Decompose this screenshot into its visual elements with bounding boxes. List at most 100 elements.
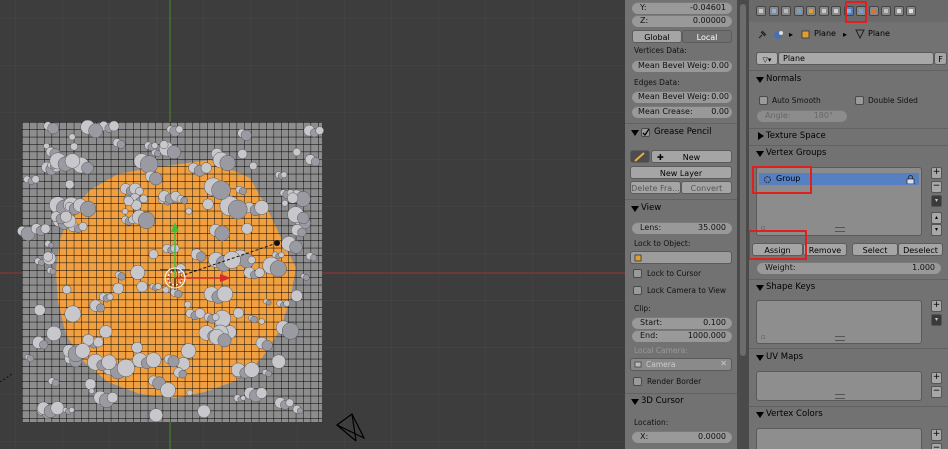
scene-tab-icon[interactable] xyxy=(781,6,791,16)
group-specials-button[interactable]: ▾ xyxy=(931,195,942,207)
new-grease-pencil-button[interactable]: ✚ New xyxy=(651,150,732,163)
sculpt-blob xyxy=(237,149,248,159)
viewport-canvas[interactable] xyxy=(0,0,625,449)
3d-viewport[interactable] xyxy=(0,0,625,449)
remove-uv-map-button[interactable]: − xyxy=(931,386,942,398)
disclosure-open-icon[interactable] xyxy=(756,354,764,362)
list-resize-handle[interactable] xyxy=(835,227,845,232)
mean-crease-field[interactable]: Mean Crease: 0.00 xyxy=(632,106,732,118)
remove-button[interactable]: Remove xyxy=(803,243,847,256)
lock-icon xyxy=(906,175,915,184)
sculpt-blob xyxy=(174,289,183,299)
shape-keys-list[interactable]: ▫ xyxy=(756,300,922,344)
uv-maps-list[interactable] xyxy=(756,371,922,401)
select-button[interactable]: Select xyxy=(852,243,898,256)
remove-group-button[interactable]: − xyxy=(931,181,942,193)
data-tab-highlight xyxy=(845,1,867,23)
sculpt-blob xyxy=(243,362,260,378)
mesh-name-field[interactable]: Plane xyxy=(778,52,934,65)
lock-camera-label: Lock Camera to View xyxy=(647,286,727,295)
texture-space-header[interactable]: Texture Space xyxy=(766,130,826,142)
new-layer-button[interactable]: New Layer xyxy=(630,166,732,179)
y-coordinate-field[interactable]: Y: -0.04601 xyxy=(632,2,732,14)
sculpt-blob xyxy=(149,172,163,186)
add-shape-key-button[interactable]: + xyxy=(931,300,942,312)
lock-to-cursor-checkbox[interactable] xyxy=(633,269,642,278)
physics-tab-icon[interactable] xyxy=(893,6,904,16)
sculpt-blob xyxy=(310,254,318,262)
grease-pencil-header[interactable]: Grease Pencil xyxy=(654,126,712,138)
vertex-colors-header[interactable]: Vertex Colors xyxy=(766,408,823,420)
render-tab-icon[interactable] xyxy=(756,6,766,16)
grease-pencil-icon[interactable] xyxy=(630,150,650,163)
extras-tab-icon[interactable] xyxy=(906,6,916,16)
constraints-tab-icon[interactable] xyxy=(818,6,829,16)
mesh-browse-button[interactable]: ▽▾ xyxy=(756,52,778,65)
sculpt-blob xyxy=(33,304,46,316)
add-vertex-color-button[interactable]: + xyxy=(931,429,942,441)
auto-smooth-checkbox[interactable] xyxy=(759,96,768,105)
vertex-colors-list[interactable] xyxy=(756,428,922,449)
vertex-groups-header[interactable]: Vertex Groups xyxy=(766,147,826,159)
lens-field[interactable]: Lens: 35.000 xyxy=(632,222,732,234)
lock-to-object-label: Lock to Object: xyxy=(634,239,691,248)
view-header[interactable]: View xyxy=(641,202,661,214)
disclosure-open-icon[interactable] xyxy=(631,205,639,213)
shape-keys-header[interactable]: Shape Keys xyxy=(766,281,815,293)
remove-vertex-color-button[interactable]: − xyxy=(931,443,942,449)
disclosure-open-icon[interactable] xyxy=(756,411,764,419)
sculpt-blob xyxy=(106,293,114,301)
sculpt-blob xyxy=(137,211,156,229)
particles-tab-icon[interactable] xyxy=(881,6,891,16)
sculpt-blob xyxy=(64,305,82,323)
uv-maps-header[interactable]: UV Maps xyxy=(766,351,803,363)
clip-end-field[interactable]: End: 1000.000 xyxy=(632,330,732,342)
move-up-button[interactable]: ▴ xyxy=(931,212,942,224)
sculpt-blob xyxy=(281,199,289,207)
modifiers-tab-icon[interactable] xyxy=(831,6,841,16)
texture-tab-icon[interactable] xyxy=(868,6,879,16)
delete-frame-button[interactable]: Delete Fra... xyxy=(630,181,681,194)
grease-pencil-checkbox[interactable] xyxy=(641,128,650,137)
object-tab-icon[interactable] xyxy=(806,6,816,16)
weight-field[interactable]: Weight: 1.000 xyxy=(757,262,941,274)
normals-header[interactable]: Normals xyxy=(766,73,801,85)
pin-icon[interactable] xyxy=(757,30,767,40)
cursor-x-field[interactable]: X: 0.0000 xyxy=(632,431,732,443)
add-group-button[interactable]: + xyxy=(931,167,942,179)
lock-camera-checkbox[interactable] xyxy=(633,286,642,295)
render-border-checkbox[interactable] xyxy=(633,377,642,386)
vertex-bevel-weight-field[interactable]: Mean Bevel Weig: 0.00 xyxy=(632,60,732,72)
disclosure-closed-icon[interactable] xyxy=(757,132,765,140)
global-toggle[interactable]: Global xyxy=(632,30,682,43)
add-uv-map-button[interactable]: + xyxy=(931,372,942,384)
z-coordinate-field[interactable]: Z: 0.00000 xyxy=(632,15,732,27)
render-layers-tab-icon[interactable] xyxy=(768,6,779,16)
angle-field[interactable]: Angle: 180° xyxy=(757,110,847,122)
deselect-button[interactable]: Deselect xyxy=(898,243,943,256)
fake-user-button[interactable]: F xyxy=(934,52,947,65)
sculpt-blob xyxy=(139,155,159,174)
clip-start-field[interactable]: Start: 0.100 xyxy=(632,317,732,329)
local-toggle[interactable]: Local xyxy=(682,30,732,43)
list-filter-icon: ▫ xyxy=(761,333,766,341)
edge-bevel-weight-field[interactable]: Mean Bevel Weig: 0.00 xyxy=(632,91,732,103)
sculpt-blob xyxy=(131,341,143,354)
disclosure-open-icon[interactable] xyxy=(756,150,764,158)
double-sided-checkbox[interactable] xyxy=(855,96,864,105)
clear-icon[interactable]: ✕ xyxy=(720,359,727,368)
disclosure-open-icon[interactable] xyxy=(756,76,764,84)
convert-button[interactable]: Convert xyxy=(681,181,732,194)
local-camera-field[interactable]: Camera ✕ xyxy=(630,358,732,371)
lock-object-field[interactable] xyxy=(630,251,732,264)
disclosure-open-icon[interactable] xyxy=(631,129,639,137)
disclosure-open-icon[interactable] xyxy=(631,398,639,406)
sculpt-blob xyxy=(216,285,234,303)
3d-cursor-header[interactable]: 3D Cursor xyxy=(641,395,684,407)
n-panel-scrollbar[interactable] xyxy=(737,0,749,449)
sculpt-blob xyxy=(117,272,126,281)
shape-key-specials-button[interactable]: ▾ xyxy=(931,314,942,326)
disclosure-open-icon[interactable] xyxy=(756,284,764,292)
world-tab-icon[interactable] xyxy=(793,6,804,16)
move-down-button[interactable]: ▾ xyxy=(931,224,942,236)
